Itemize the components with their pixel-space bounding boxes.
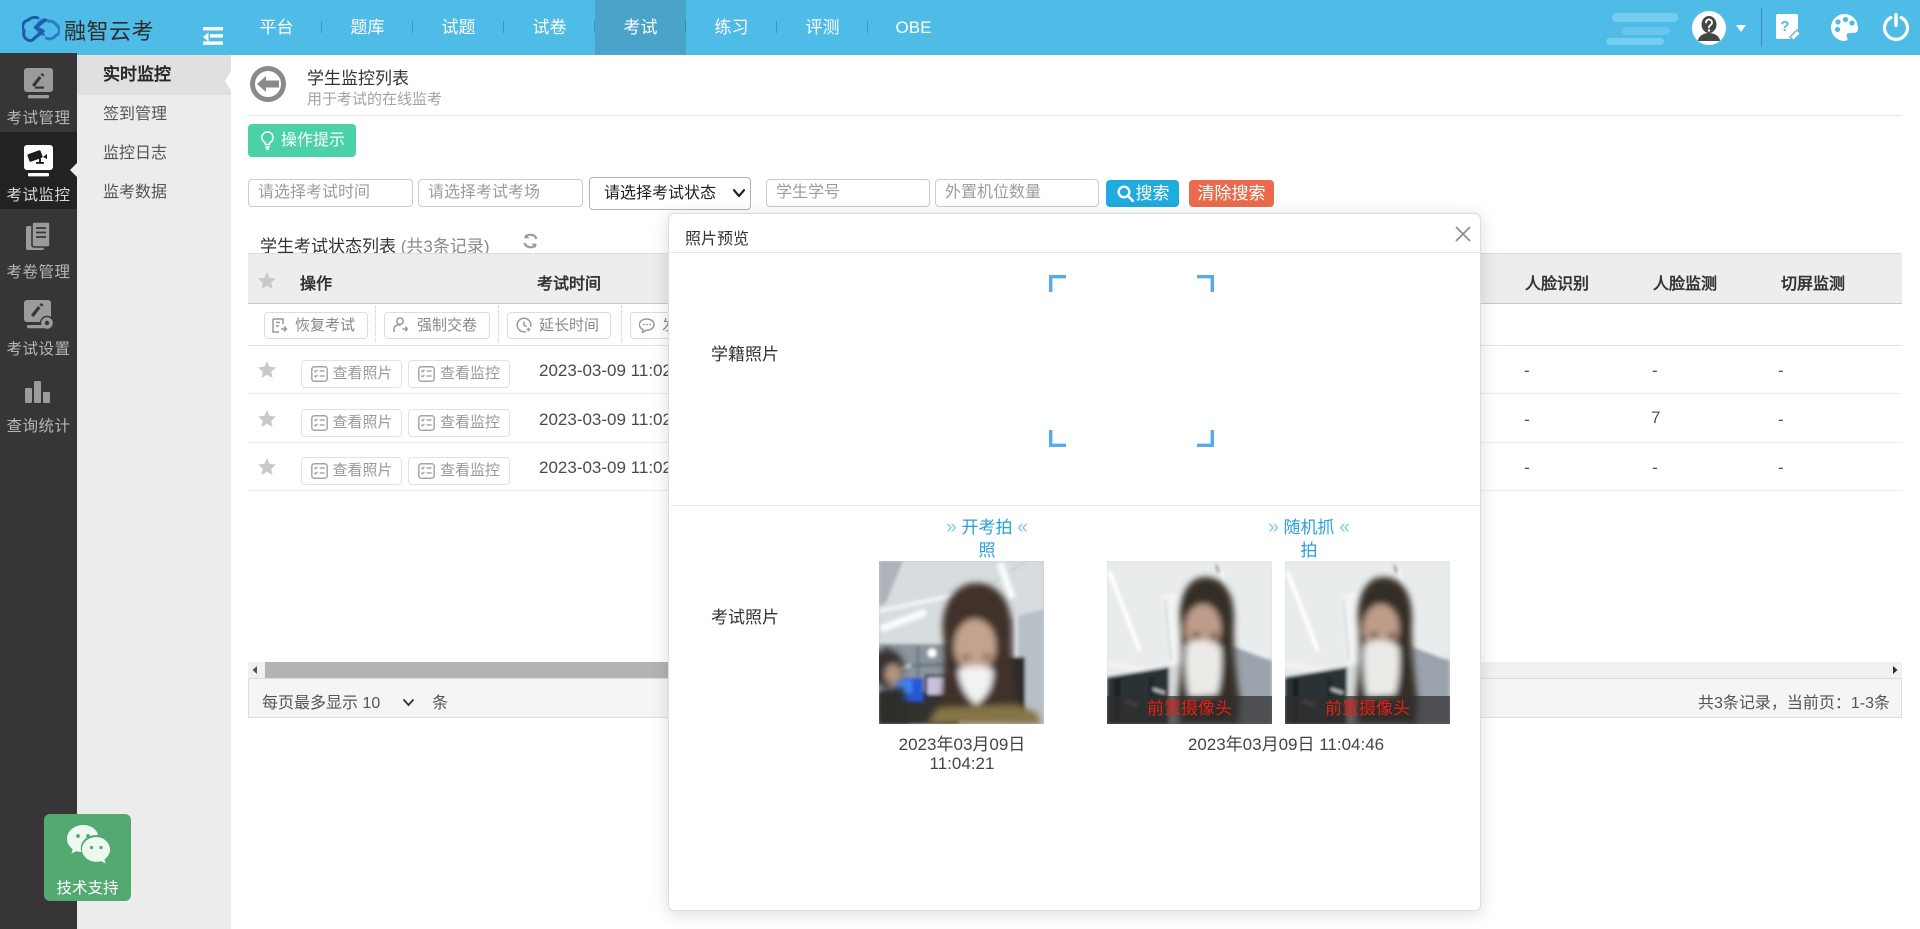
svg-text:?: ?: [1780, 18, 1789, 35]
